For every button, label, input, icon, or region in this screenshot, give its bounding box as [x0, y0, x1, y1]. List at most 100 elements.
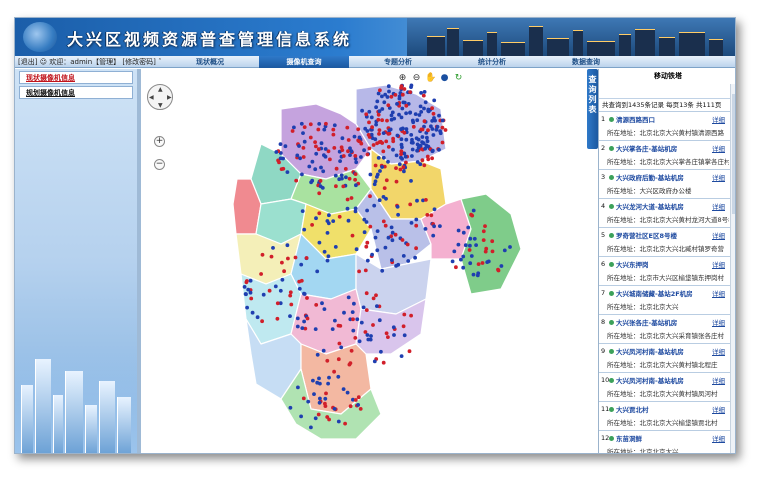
camera-marker[interactable] [400, 145, 404, 150]
camera-marker[interactable] [380, 107, 385, 111]
camera-marker[interactable] [356, 403, 360, 407]
camera-marker[interactable] [468, 236, 473, 241]
camera-marker[interactable] [334, 184, 338, 189]
camera-marker[interactable] [310, 159, 315, 164]
camera-marker[interactable] [377, 128, 382, 132]
camera-marker[interactable] [302, 292, 307, 296]
camera-marker[interactable] [316, 412, 321, 417]
camera-marker[interactable] [326, 381, 330, 386]
camera-marker[interactable] [323, 404, 328, 408]
camera-marker[interactable] [333, 173, 338, 178]
camera-marker[interactable] [318, 396, 322, 401]
result-row[interactable]: 8 大兴张各庄-基站机房 详细 所在地址：北京北京大兴采育镇张各庄村 [599, 314, 735, 343]
camera-marker[interactable] [376, 117, 381, 122]
camera-marker[interactable] [437, 147, 441, 152]
camera-marker[interactable] [339, 173, 344, 178]
camera-marker[interactable] [440, 118, 445, 123]
camera-marker[interactable] [424, 198, 428, 202]
camera-marker[interactable] [333, 245, 338, 249]
camera-marker[interactable] [378, 88, 382, 93]
camera-marker[interactable] [422, 106, 426, 111]
camera-marker[interactable] [461, 230, 466, 235]
camera-marker[interactable] [395, 204, 400, 209]
camera-marker[interactable] [364, 244, 369, 249]
camera-marker[interactable] [401, 324, 406, 329]
map-view[interactable]: ⊕ ⊖ ✋ ● ↻ ▲ ▼ ◀ ▶ + − [141, 69, 587, 454]
camera-marker[interactable] [293, 255, 298, 260]
camera-marker[interactable] [357, 269, 361, 274]
camera-marker[interactable] [483, 224, 487, 229]
camera-marker[interactable] [343, 421, 347, 426]
camera-marker[interactable] [316, 127, 321, 132]
camera-marker[interactable] [317, 211, 322, 216]
camera-marker[interactable] [409, 133, 414, 137]
camera-marker[interactable] [347, 362, 352, 367]
result-detail-link[interactable]: 详细 [712, 433, 725, 443]
camera-marker[interactable] [379, 349, 383, 354]
result-name[interactable]: 大兴龙河大道-基站机房 [616, 201, 684, 211]
camera-marker[interactable] [364, 308, 369, 312]
camera-marker[interactable] [422, 163, 427, 168]
camera-marker[interactable] [275, 301, 280, 306]
camera-marker[interactable] [336, 374, 341, 379]
camera-marker[interactable] [354, 160, 359, 165]
camera-marker[interactable] [461, 254, 466, 259]
camera-marker[interactable] [430, 149, 435, 154]
camera-marker[interactable] [434, 127, 439, 132]
camera-marker[interactable] [299, 278, 304, 283]
camera-marker[interactable] [242, 285, 247, 289]
camera-marker[interactable] [336, 419, 341, 424]
camera-marker[interactable] [366, 133, 371, 137]
camera-marker[interactable] [267, 288, 272, 293]
result-detail-link[interactable]: 详细 [712, 317, 725, 327]
camera-marker[interactable] [365, 152, 370, 157]
change-password-link[interactable]: [修改密码] [122, 58, 155, 66]
camera-marker[interactable] [381, 131, 386, 135]
camera-marker[interactable] [367, 109, 372, 114]
camera-marker[interactable] [499, 264, 504, 268]
result-name[interactable]: 大兴张各庄-基站机房 [616, 317, 677, 327]
zoom-in-icon[interactable]: ⊕ [397, 73, 408, 84]
camera-marker[interactable] [313, 140, 317, 144]
camera-marker[interactable] [375, 99, 380, 104]
camera-marker[interactable] [370, 252, 374, 257]
camera-marker[interactable] [393, 93, 398, 97]
camera-marker[interactable] [454, 265, 458, 270]
camera-marker[interactable] [386, 235, 391, 240]
camera-marker[interactable] [371, 296, 376, 301]
camera-marker[interactable] [387, 89, 391, 94]
camera-marker[interactable] [400, 238, 405, 242]
camera-marker[interactable] [353, 206, 358, 211]
camera-marker[interactable] [414, 246, 418, 251]
camera-marker[interactable] [399, 152, 403, 156]
result-name[interactable]: 罗奇营社区E区8号楼 [616, 230, 677, 240]
camera-marker[interactable] [375, 229, 380, 234]
camera-marker[interactable] [387, 128, 392, 133]
camera-marker[interactable] [425, 139, 430, 144]
camera-marker[interactable] [399, 155, 403, 160]
camera-marker[interactable] [411, 120, 416, 125]
camera-marker[interactable] [430, 106, 434, 111]
camera-marker[interactable] [409, 221, 414, 225]
camera-marker[interactable] [321, 348, 326, 353]
camera-marker[interactable] [322, 307, 327, 311]
result-detail-link[interactable]: 详细 [712, 375, 725, 385]
district-map[interactable] [141, 69, 587, 454]
camera-marker[interactable] [249, 296, 254, 301]
camera-marker[interactable] [320, 301, 324, 306]
camera-marker[interactable] [352, 134, 357, 139]
camera-marker[interactable] [496, 268, 501, 273]
result-row[interactable]: 12 东苗洞鲜 详细 所在地址：北京北京大兴 [599, 430, 735, 453]
camera-marker[interactable] [377, 318, 382, 323]
camera-marker[interactable] [309, 425, 313, 430]
camera-marker[interactable] [342, 310, 346, 315]
camera-marker[interactable] [372, 203, 377, 208]
camera-marker[interactable] [463, 243, 468, 248]
camera-marker[interactable] [468, 261, 473, 266]
camera-marker[interactable] [344, 175, 348, 180]
camera-marker[interactable] [288, 290, 293, 295]
result-row[interactable]: 9 大兴凤河村南-基站机房 详细 所在地址：北京北京大兴黄村镇北程庄 [599, 343, 735, 372]
camera-marker[interactable] [410, 147, 415, 152]
camera-marker[interactable] [384, 196, 388, 201]
camera-marker[interactable] [299, 414, 303, 419]
